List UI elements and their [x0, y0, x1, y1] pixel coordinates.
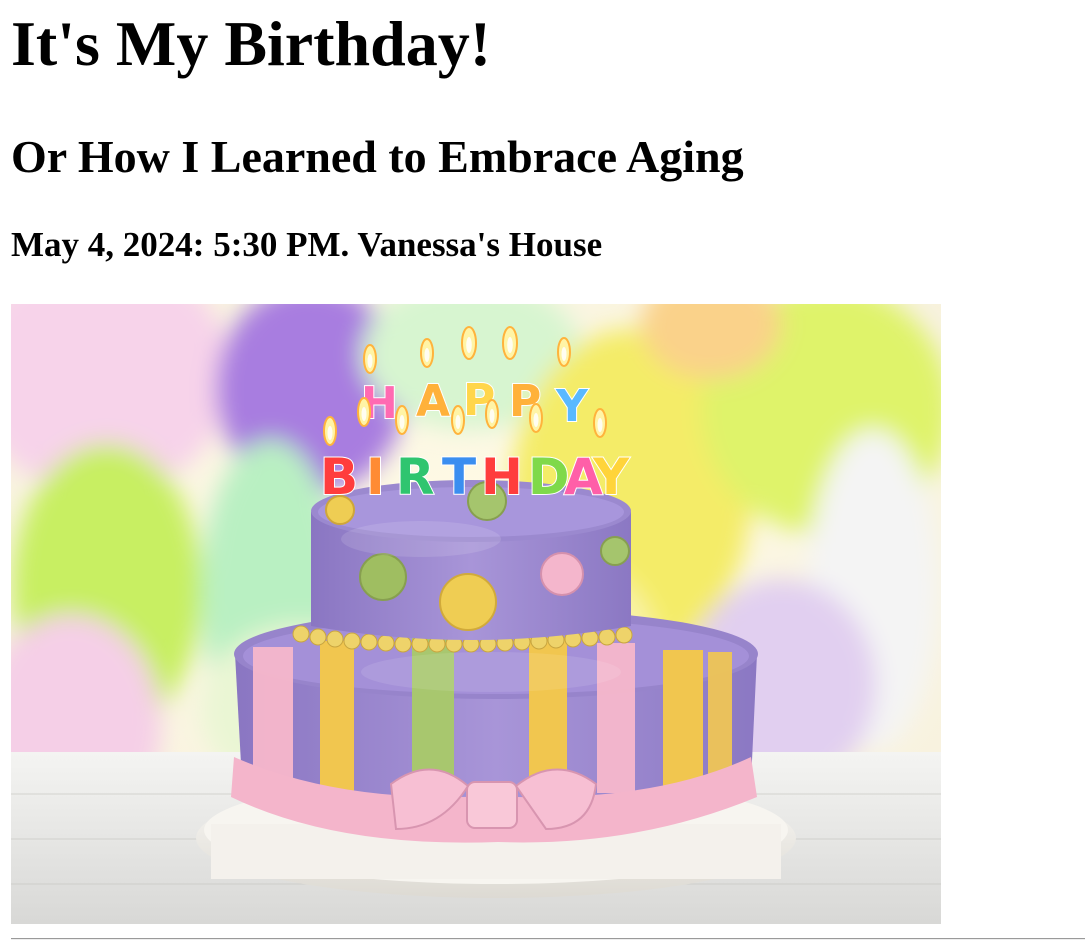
candle-letter-i: I [366, 448, 385, 506]
horizontal-rule [11, 938, 1085, 940]
candle-letter-b: B [320, 448, 358, 506]
candle-letter-y: Y [555, 381, 589, 432]
page: It's My Birthday! Or How I Learned to Em… [0, 0, 1085, 944]
candle-letter-y2: Y [592, 448, 630, 506]
page-subtitle: Or How I Learned to Embrace Aging [11, 131, 744, 182]
candle-letter-h2: H [481, 448, 523, 506]
candle-letter-t: T [442, 448, 476, 506]
candle-letter-a: A [416, 376, 450, 427]
page-title: It's My Birthday! [11, 8, 491, 79]
candle-letter-r: R [396, 448, 435, 506]
event-details: May 4, 2024: 5:30 PM. Vanessa's House [11, 225, 603, 264]
birthday-cake-photo: H A P P Y B I R T H D A Y [11, 304, 941, 924]
